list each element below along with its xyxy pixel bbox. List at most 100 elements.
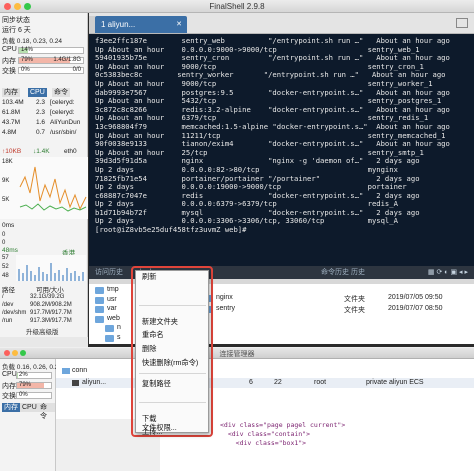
net-tick-1: 18K — [2, 159, 13, 165]
bg-mem-value: 79% — [19, 382, 32, 388]
ping-tick-2: 52 — [2, 264, 9, 270]
process-mem: 103.4M — [2, 99, 24, 106]
terminal-icon — [72, 380, 79, 386]
tab-close-icon[interactable]: ✕ — [176, 16, 182, 33]
bg-swap-label: 交换 — [2, 393, 16, 400]
process-cmd: /usr/sbin/ — [50, 129, 77, 136]
history-button[interactable]: 历史 — [351, 266, 365, 279]
latency-tick-2: 0 — [2, 240, 6, 246]
menu-item[interactable]: 新建文件夹 — [142, 317, 178, 327]
net-down: ↓1.4K — [33, 148, 50, 155]
process-mem: 61.8M — [2, 109, 21, 116]
ping-tick-3: 48 — [2, 273, 9, 279]
disk-header-size: 可用/大小 — [36, 287, 64, 294]
swap-value: 0% — [21, 67, 30, 73]
process-mem: 43.7M — [2, 119, 21, 126]
sync-status: 同步状态 — [2, 17, 30, 24]
disk-size: 917.3M/917.7M — [30, 318, 72, 324]
tree-item-label: usr — [107, 295, 117, 303]
menu-item[interactable]: 文件权限... — [142, 423, 177, 433]
disk-path: /dev/shm — [2, 310, 27, 316]
folder-icon — [105, 325, 114, 333]
session-tabbar: 1 aliyun... ✕ — [89, 13, 474, 34]
background-window-titlebar: 连接管理器 — [0, 348, 474, 359]
disk-header-path: 路径 — [2, 287, 15, 294]
bg-mem-bar: 79% — [16, 382, 52, 389]
conn-user: root — [314, 379, 327, 386]
disk-size: 32.1G/39.2G — [30, 294, 65, 300]
folder-icon — [62, 368, 70, 374]
command-history-button[interactable]: 命令历史 — [321, 266, 349, 279]
folder-icon — [95, 315, 104, 323]
terminal-tool-icons[interactable]: ▦ ⟳ ◐ ▣ ◂ ▸ — [428, 266, 468, 279]
folder-icon — [95, 287, 104, 294]
latency-tick-1: 0 — [2, 232, 6, 238]
process-cpu: 1.6 — [36, 119, 46, 126]
conn-root-folder[interactable]: conn — [72, 367, 87, 374]
menu-item[interactable]: 复制路径 — [142, 379, 171, 389]
bg-swap-bar: 0% — [16, 392, 52, 399]
code-line: <div class="contain"> — [220, 430, 311, 438]
bg-proc-tab-cpu[interactable]: CPU — [20, 403, 39, 412]
tree-item-label: n — [117, 324, 121, 332]
connection-row[interactable]: aliyun... 6 22 root private aliyun ECS — [56, 378, 474, 388]
menu-item[interactable]: 重命名 — [142, 330, 164, 340]
conn-description: private aliyun ECS — [366, 379, 424, 386]
file-row[interactable]: sentry 文件夹 2019/07/07 08:50 — [198, 305, 474, 315]
proc-tab-cmd[interactable]: 命令 — [52, 88, 70, 97]
upgrade-link[interactable]: 升级高级版 — [26, 326, 59, 336]
connection-list: conn aliyun... 6 22 root private aliyun … — [56, 359, 474, 419]
tree-item-label: var — [107, 305, 117, 313]
menu-item[interactable]: 刷新 — [142, 272, 156, 282]
bg-proc-tab-cmd[interactable]: 命令 — [38, 403, 55, 420]
cpu-label: CPU — [2, 46, 17, 53]
swap-bar: 0% 0/0 — [18, 67, 84, 74]
proc-tab-cpu[interactable]: CPU — [28, 88, 47, 97]
menu-item[interactable]: 删除 — [142, 344, 156, 354]
file-list: nginx 文件夹 2019/07/05 09:50 sentry 文件夹 2019/07… — [198, 284, 474, 344]
menu-item[interactable]: 快速删除(rm命令) — [142, 358, 198, 368]
window-title: FinalShell 2.9.8 — [209, 2, 265, 11]
menu-separator — [139, 373, 206, 374]
network-graph — [0, 157, 88, 219]
terminal-output[interactable]: f3ee2ffc187e sentry_web "/entrypoint.sh … — [89, 34, 474, 266]
proc-tab-mem[interactable]: 内存 — [2, 88, 20, 97]
swap-label: 交换 — [2, 68, 16, 75]
server-status-panel: 同步状态 运行 6 天 负载 0.18, 0.23, 0.24 CPU 14% … — [0, 13, 88, 337]
folder-icon — [105, 335, 114, 342]
latency-label: 0ms — [2, 222, 15, 229]
disk-size: 917.7M/917.7M — [30, 310, 72, 316]
tab-aliyun[interactable]: 1 aliyun... ✕ — [95, 16, 187, 33]
ping-graph — [16, 255, 86, 281]
folder-icon — [95, 296, 104, 304]
process-cmd: [celeryd: — [50, 109, 75, 116]
menu-separator — [139, 402, 206, 403]
file-name: nginx — [216, 294, 233, 301]
net-up: ↑10KB — [2, 148, 22, 155]
load-text: 负载 0.18, 0.23, 0.24 — [2, 38, 62, 45]
file-name: sentry — [216, 305, 236, 312]
bg-cpu-bar: 2% — [16, 372, 52, 379]
swap-detail: 0/0 — [72, 67, 81, 73]
process-cpu: 2.3 — [36, 99, 46, 106]
bg-cpu-bar-fill — [17, 373, 18, 378]
window-titlebar: FinalShell 2.9.8 — [0, 0, 474, 13]
file-row[interactable]: nginx 文件夹 2019/07/05 09:50 — [198, 294, 474, 304]
cpu-value: 14% — [21, 47, 34, 53]
net-interface: eth0 — [64, 148, 77, 155]
tree-item-label: s — [117, 334, 121, 341]
conn-col1: 6 — [249, 379, 253, 386]
file-date: 2019/07/07 08:50 — [388, 305, 443, 312]
ping-tick-1: 57 — [2, 255, 9, 261]
layout-icon[interactable] — [456, 18, 468, 28]
disk-path: /dev — [2, 302, 14, 308]
visit-history-button[interactable]: 访问历史 — [95, 266, 123, 279]
conn-name: aliyun... — [82, 379, 107, 386]
process-cpu: 2.3 — [36, 109, 46, 116]
bg-proc-tab-mem[interactable]: 内存 — [2, 403, 20, 412]
process-cpu: 0.7 — [36, 129, 46, 136]
tree-item-label: tmp — [107, 286, 119, 293]
code-line: <div class="box1"> — [220, 439, 307, 447]
left-panel-toolbar — [0, 337, 88, 347]
code-line: <div class="page pagel current"> — [220, 421, 346, 429]
